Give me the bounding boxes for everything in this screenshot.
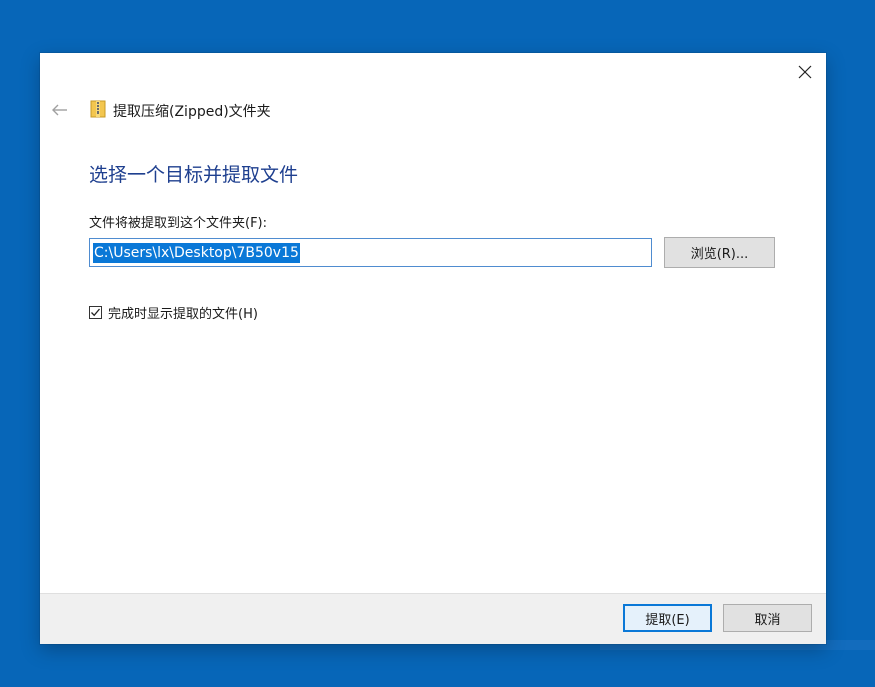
show-files-label: 完成时显示提取的文件(H)	[108, 307, 258, 322]
show-files-option[interactable]: 完成时显示提取的文件(H)	[89, 303, 258, 322]
destination-path-value: C:\Users\lx\Desktop\7B50v15	[93, 242, 300, 263]
close-icon	[798, 65, 812, 79]
page-heading: 选择一个目标并提取文件	[89, 164, 299, 186]
extract-dialog: 提取压缩(Zipped)文件夹 选择一个目标并提取文件 文件将被提取到这个文件夹…	[40, 53, 826, 644]
destination-label: 文件将被提取到这个文件夹(F):	[89, 216, 268, 231]
dialog-footer: 提取(E) 取消	[40, 593, 826, 644]
close-button[interactable]	[794, 61, 816, 83]
show-files-checkbox[interactable]	[89, 306, 102, 319]
cancel-button[interactable]: 取消	[723, 604, 812, 632]
destination-path-input[interactable]: C:\Users\lx\Desktop\7B50v15	[89, 238, 652, 267]
extract-button[interactable]: 提取(E)	[623, 604, 712, 632]
zip-folder-icon	[90, 100, 106, 118]
browse-button[interactable]: 浏览(R)...	[664, 237, 775, 268]
back-arrow-icon	[52, 104, 67, 116]
wizard-title: 提取压缩(Zipped)文件夹	[113, 104, 271, 120]
checkmark-icon	[91, 308, 100, 317]
back-button[interactable]	[50, 100, 70, 120]
